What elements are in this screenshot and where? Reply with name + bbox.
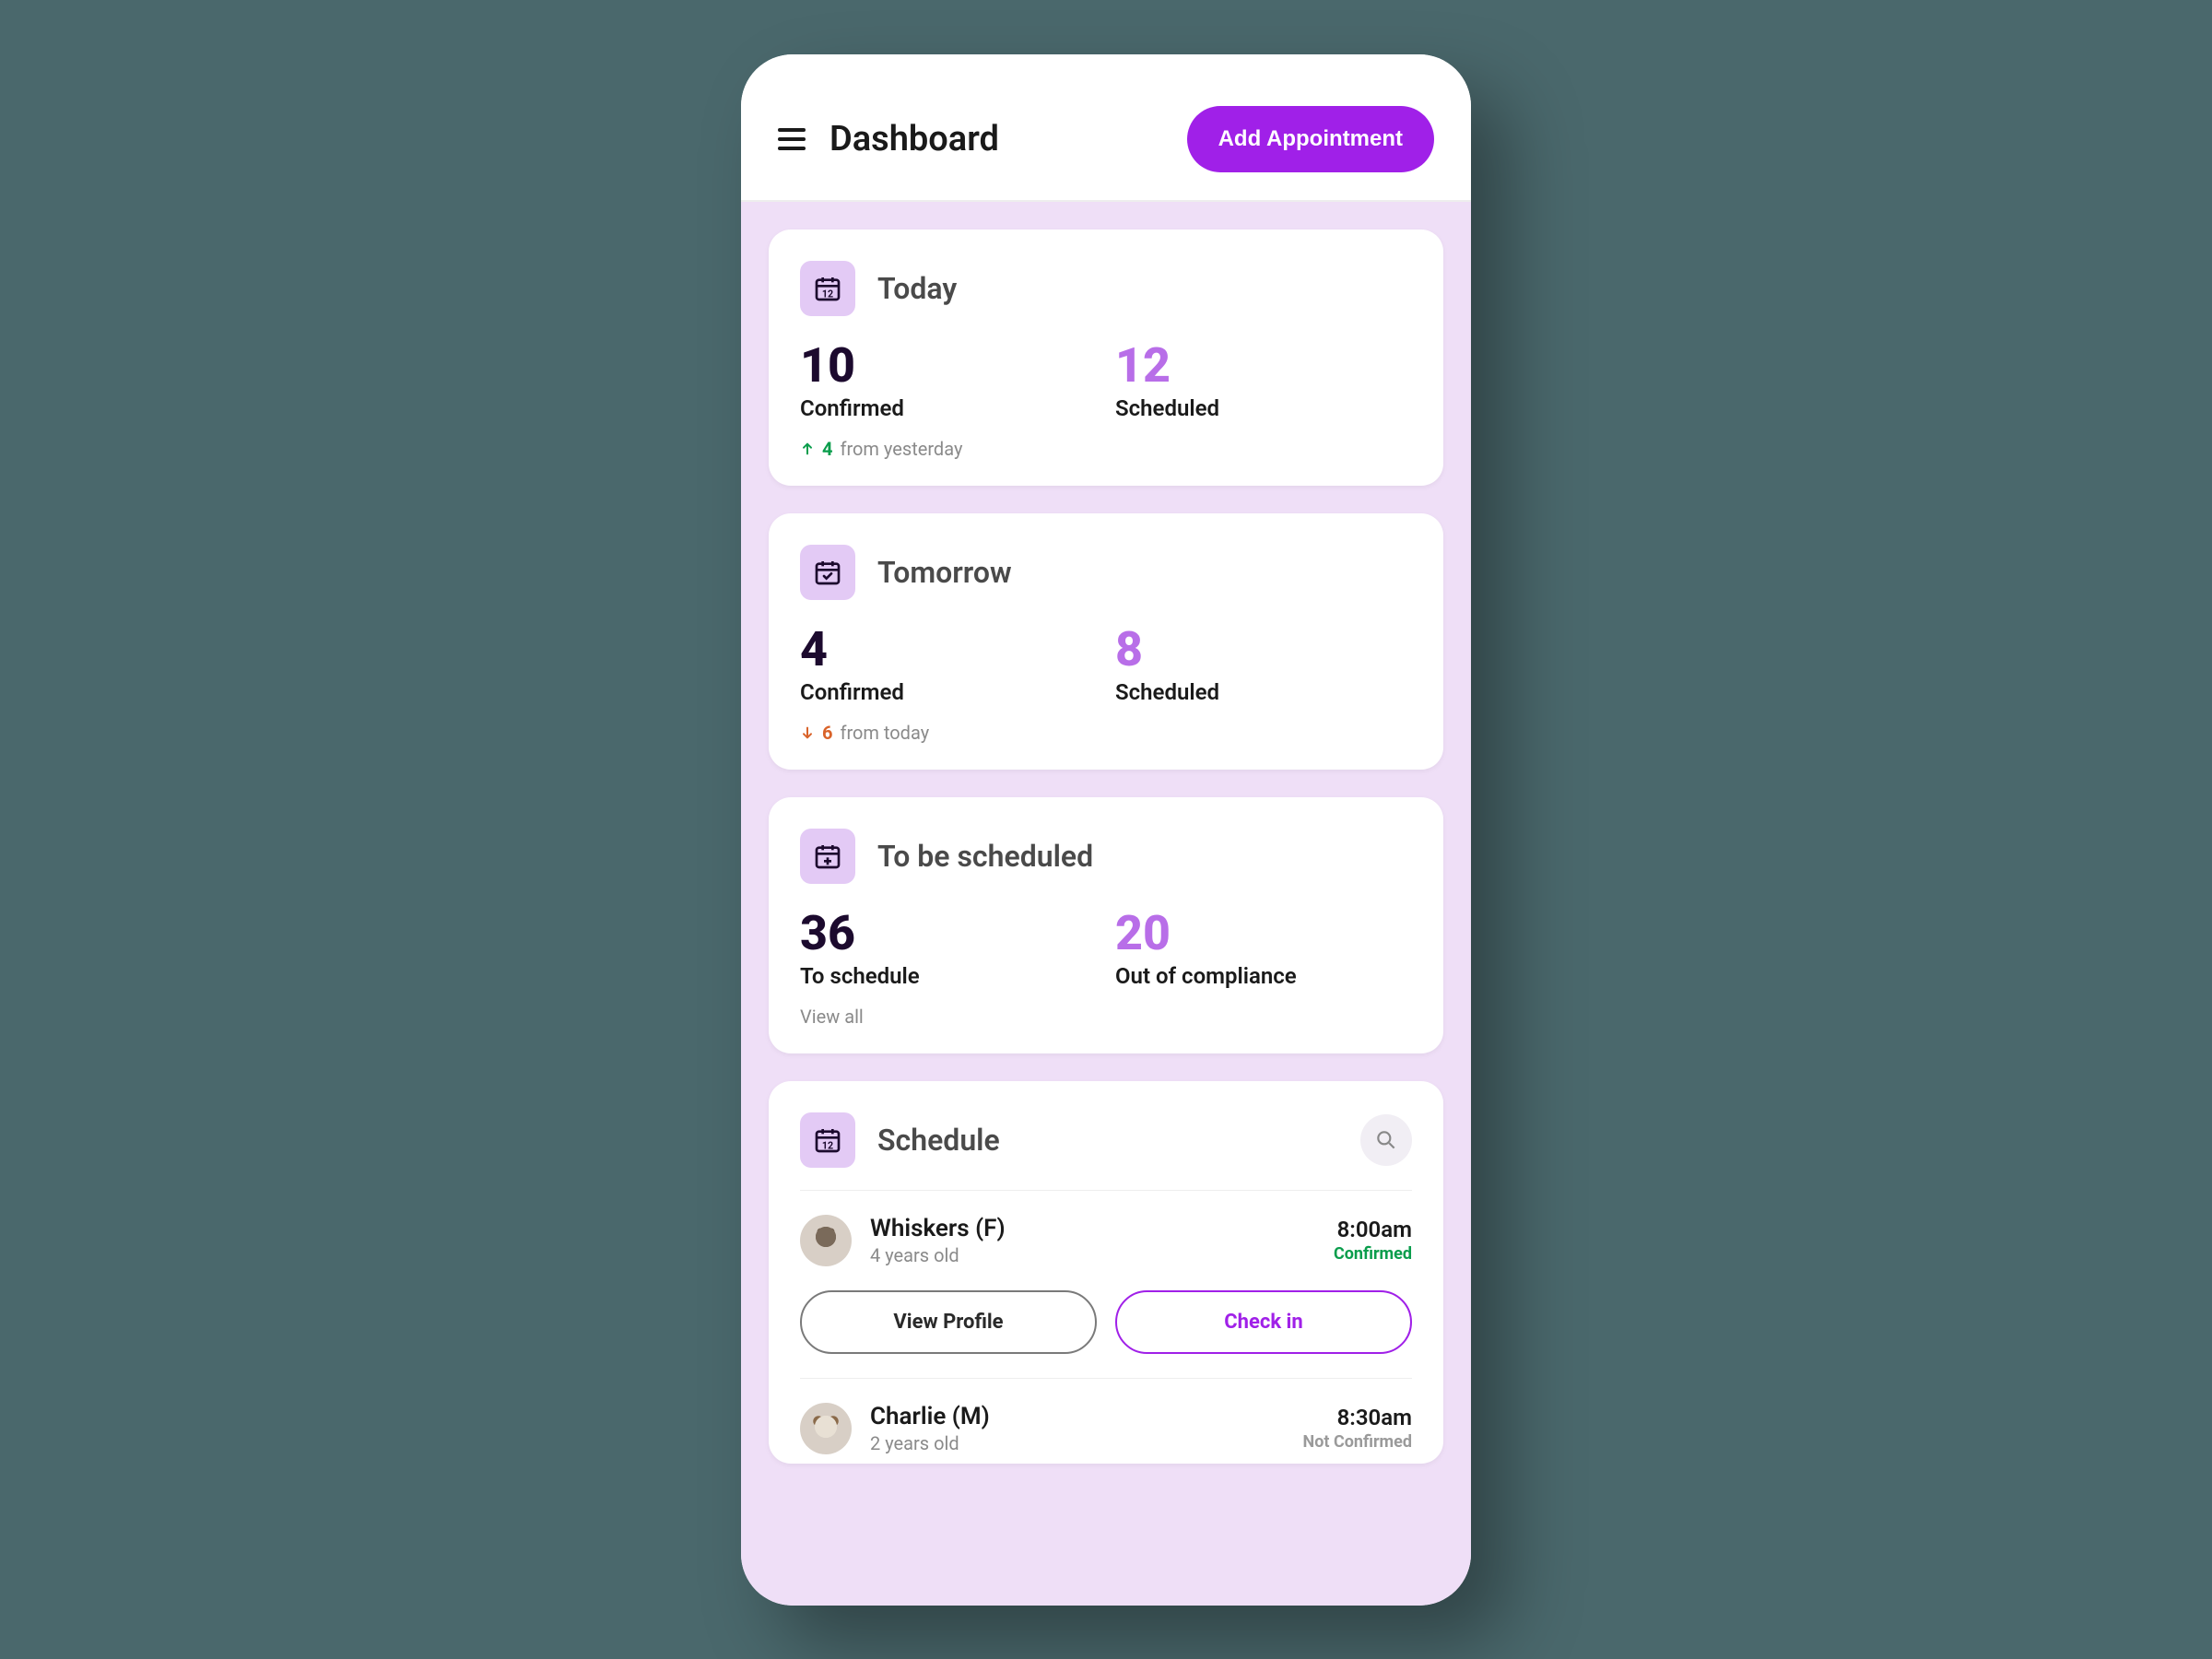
stat-number: 36 (800, 910, 1097, 958)
calendar-date-icon: 12 (800, 1112, 855, 1168)
page-title: Dashboard (830, 119, 999, 159)
delta-down: 6 from today (800, 722, 1412, 744)
tomorrow-scheduled-stat: 8 Scheduled (1115, 626, 1412, 705)
appointment-status: Confirmed (1334, 1244, 1412, 1264)
stat-label: Scheduled (1115, 395, 1412, 421)
calendar-date-icon: 12 (800, 261, 855, 316)
stat-number: 4 (800, 626, 1097, 674)
check-in-button[interactable]: Check in (1115, 1290, 1412, 1354)
phone-frame: Dashboard Add Appointment 12 Today 10 Co… (741, 54, 1471, 1606)
card-title: Schedule (877, 1123, 1000, 1158)
stat-number: 12 (1115, 342, 1412, 390)
svg-text:12: 12 (822, 1139, 833, 1151)
stat-number: 8 (1115, 626, 1412, 674)
appointment-item[interactable]: Charlie (M) 2 years old 8:30am Not Confi… (800, 1379, 1412, 1464)
appointment-item[interactable]: Whiskers (F) 4 years old 8:00am Confirme… (800, 1191, 1412, 1379)
arrow-down-icon (800, 725, 815, 740)
pet-name: Whiskers (F) (870, 1215, 1315, 1242)
card-tomorrow[interactable]: Tomorrow 4 Confirmed 8 Scheduled 6 from … (769, 513, 1443, 770)
delta-text: from yesterday (840, 438, 962, 460)
appointment-status: Not Confirmed (1303, 1432, 1412, 1452)
pet-age: 4 years old (870, 1244, 1315, 1266)
out-of-compliance-stat: 20 Out of compliance (1115, 910, 1412, 989)
menu-icon[interactable] (778, 123, 811, 156)
add-appointment-button[interactable]: Add Appointment (1187, 106, 1434, 172)
svg-text:12: 12 (822, 288, 833, 300)
today-confirmed-stat: 10 Confirmed (800, 342, 1097, 421)
stat-label: Scheduled (1115, 679, 1412, 705)
appointment-time: 8:00am (1334, 1217, 1412, 1242)
card-today[interactable]: 12 Today 10 Confirmed 12 Scheduled 4 fro… (769, 229, 1443, 486)
arrow-up-icon (800, 441, 815, 456)
delta-text: from today (840, 722, 929, 744)
search-button[interactable] (1360, 1114, 1412, 1166)
calendar-plus-icon (800, 829, 855, 884)
delta-up: 4 from yesterday (800, 438, 1412, 460)
stat-label: Confirmed (800, 395, 1097, 421)
card-title: Tomorrow (877, 555, 1012, 590)
stat-label: To schedule (800, 963, 1097, 989)
appointment-time: 8:30am (1303, 1405, 1412, 1430)
top-bar: Dashboard Add Appointment (741, 54, 1471, 202)
avatar (800, 1403, 852, 1454)
delta-number: 4 (822, 438, 832, 460)
pet-age: 2 years old (870, 1432, 1285, 1454)
stat-number: 10 (800, 342, 1097, 390)
card-to-be-scheduled[interactable]: To be scheduled 36 To schedule 20 Out of… (769, 797, 1443, 1053)
view-all-link[interactable]: View all (800, 1006, 1412, 1028)
stat-label: Confirmed (800, 679, 1097, 705)
view-profile-button[interactable]: View Profile (800, 1290, 1097, 1354)
stat-label: Out of compliance (1115, 963, 1412, 989)
card-title: Today (877, 271, 957, 306)
to-schedule-stat: 36 To schedule (800, 910, 1097, 989)
stat-number: 20 (1115, 910, 1412, 958)
calendar-check-icon (800, 545, 855, 600)
tomorrow-confirmed-stat: 4 Confirmed (800, 626, 1097, 705)
pet-name: Charlie (M) (870, 1403, 1285, 1430)
content-scroll[interactable]: 12 Today 10 Confirmed 12 Scheduled 4 fro… (741, 202, 1471, 1606)
card-title: To be scheduled (877, 839, 1093, 874)
search-icon (1374, 1128, 1398, 1152)
avatar (800, 1215, 852, 1266)
card-schedule: 12 Schedule Whiskers (F) 4 years old 8:0… (769, 1081, 1443, 1464)
delta-number: 6 (822, 722, 832, 744)
today-scheduled-stat: 12 Scheduled (1115, 342, 1412, 421)
